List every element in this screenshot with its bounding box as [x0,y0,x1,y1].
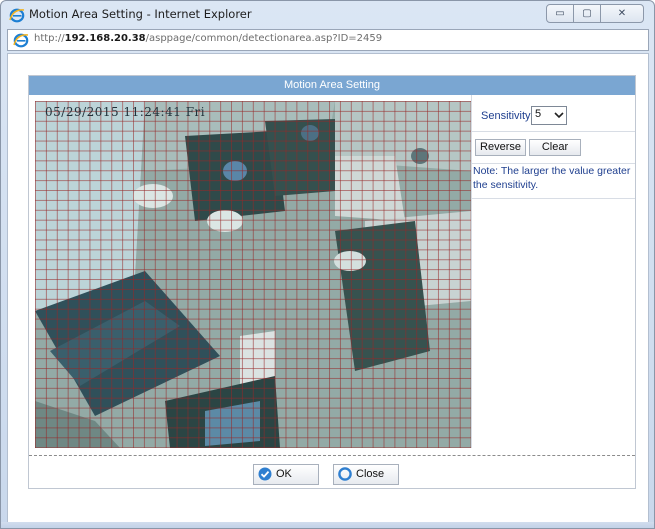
maximize-button[interactable]: ▢ [573,4,601,23]
minimize-icon: ▭ [555,8,565,19]
button-row: Reverse Clear [472,132,635,164]
close-window-button[interactable]: ✕ [600,4,644,23]
sensitivity-row: Sensitivity: 5 [472,95,635,132]
ok-label: OK [276,468,292,480]
minimize-button[interactable]: ▭ [546,4,574,23]
circle-icon [338,467,352,481]
ie-logo-icon [13,33,29,48]
ok-button[interactable]: OK [253,464,319,485]
video-timestamp: 05/29/2015 11:24:41 Fri [45,105,206,119]
page-content: Motion Area Setting 05/29/2015 11:24:41 … [7,53,649,523]
reverse-button[interactable]: Reverse [475,139,526,156]
sensitivity-note: Note: The larger the value greater the s… [473,165,631,191]
address-bar[interactable]: http://192.168.20.38/asppage/common/dete… [7,29,649,51]
address-prefix: http:// [34,33,65,44]
chevron-down-icon [554,112,564,119]
ie-logo-icon [9,8,25,23]
window-controls: ▭ ▢ ✕ [546,4,644,23]
check-circle-icon [258,467,272,481]
address-url: http://192.168.20.38/asppage/common/dete… [34,33,382,44]
maximize-icon: ▢ [582,8,592,19]
footer-divider [29,455,635,456]
title-bar[interactable]: Motion Area Setting - Internet Explorer … [1,1,654,27]
window-bottom-border [1,522,654,528]
sensitivity-select[interactable]: 5 [531,106,567,125]
window-title: Motion Area Setting - Internet Explorer [29,7,252,21]
close-icon: ✕ [617,8,627,19]
note-divider [472,198,635,199]
clear-button[interactable]: Clear [529,139,581,156]
address-path: /asppage/common/detectionarea.asp?ID=245… [145,33,383,44]
motion-area-dialog: Motion Area Setting 05/29/2015 11:24:41 … [28,75,636,489]
close-button[interactable]: Close [333,464,399,485]
camera-view[interactable]: 05/29/2015 11:24:41 Fri [35,101,471,448]
sensitivity-label: Sensitivity: [481,110,534,122]
settings-panel: Sensitivity: 5 Reverse Clear Note: The l… [472,95,635,449]
address-host: 192.168.20.38 [64,33,146,44]
dialog-title: Motion Area Setting [29,76,635,95]
browser-window: Motion Area Setting - Internet Explorer … [0,0,655,529]
close-label: Close [356,468,385,480]
sensitivity-value: 5 [535,108,542,120]
detection-grid[interactable] [35,101,471,448]
